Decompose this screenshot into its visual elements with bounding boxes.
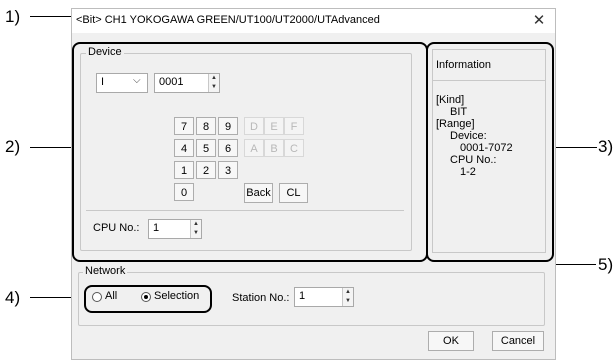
radio-all[interactable]	[92, 292, 102, 302]
station-label: Station No.:	[232, 292, 290, 304]
chevron-down-icon: ⌵	[133, 75, 141, 86]
key-1[interactable]: 1	[174, 161, 194, 179]
spin-up-icon[interactable]: ▲	[209, 74, 219, 83]
radio-selection[interactable]	[141, 292, 151, 302]
key-f: F	[284, 117, 304, 135]
key-6[interactable]: 6	[218, 139, 238, 157]
device-group-label: Device	[86, 46, 124, 58]
callout-1: 1)	[5, 7, 21, 26]
info-cpu-label: CPU No.:	[450, 154, 497, 166]
callout-3-leader	[553, 147, 597, 148]
device-type-value: I	[101, 76, 105, 88]
spin-up-icon[interactable]: ▲	[191, 220, 201, 229]
cpu-value: 1	[153, 222, 160, 234]
information-header: Information	[436, 59, 492, 71]
device-number-stepper[interactable]: ▲ ▼	[208, 74, 219, 92]
clear-button[interactable]: CL	[279, 183, 308, 203]
title-bar: <Bit> CH1 YOKOGAWA GREEN/UT100/UT2000/UT…	[72, 9, 555, 33]
callout-2: 2)	[5, 137, 21, 156]
key-3[interactable]: 3	[218, 161, 238, 179]
key-7[interactable]: 7	[174, 117, 194, 135]
key-0[interactable]: 0	[174, 183, 194, 201]
key-9[interactable]: 9	[218, 117, 238, 135]
key-c: C	[284, 139, 304, 157]
info-cpu-range: 1-2	[460, 166, 476, 178]
callout-4: 4)	[5, 288, 21, 307]
cpu-stepper[interactable]: ▲ ▼	[190, 220, 201, 238]
info-kind-value: BIT	[450, 106, 468, 118]
key-a: A	[244, 139, 264, 157]
dialog-title: <Bit> CH1 YOKOGAWA GREEN/UT100/UT2000/UT…	[76, 14, 380, 26]
close-icon[interactable]: ✕	[529, 11, 549, 31]
device-dialog: <Bit> CH1 YOKOGAWA GREEN/UT100/UT2000/UT…	[71, 8, 556, 360]
spin-down-icon[interactable]: ▼	[191, 229, 201, 238]
spin-down-icon[interactable]: ▼	[209, 83, 219, 92]
info-device-range: 0001-7072	[460, 142, 513, 154]
station-stepper[interactable]: ▲ ▼	[342, 288, 353, 306]
device-number-value: 0001	[159, 76, 184, 88]
station-value: 1	[299, 290, 306, 302]
cancel-button[interactable]: Cancel	[492, 331, 544, 351]
key-b: B	[264, 139, 284, 157]
key-d: D	[244, 117, 264, 135]
key-2[interactable]: 2	[196, 161, 216, 179]
callout-5: 5)	[598, 255, 614, 274]
radio-all-label[interactable]: All	[105, 290, 117, 302]
info-range-label: [Range]	[436, 118, 475, 130]
radio-selection-label[interactable]: Selection	[154, 290, 199, 302]
device-separator	[86, 210, 404, 211]
info-device-label: Device:	[450, 130, 487, 142]
callout-1-leader	[30, 16, 74, 17]
ok-button[interactable]: OK	[428, 331, 474, 351]
key-4[interactable]: 4	[174, 139, 194, 157]
device-number-field[interactable]: 0001 ▲ ▼	[154, 73, 220, 93]
information-panel: Information [Kind] BIT [Range] Device: 0…	[432, 49, 546, 253]
key-5[interactable]: 5	[196, 139, 216, 157]
back-button[interactable]: Back	[244, 183, 273, 203]
spin-up-icon[interactable]: ▲	[343, 288, 353, 297]
callout-2-leader	[30, 147, 72, 148]
cpu-field[interactable]: 1 ▲ ▼	[148, 219, 202, 239]
info-kind-label: [Kind]	[436, 94, 465, 106]
key-e: E	[264, 117, 284, 135]
device-type-select[interactable]: I ⌵	[96, 73, 148, 93]
callout-3: 3)	[598, 137, 614, 156]
network-group-label: Network	[83, 265, 128, 277]
station-field[interactable]: 1 ▲ ▼	[294, 287, 354, 307]
information-divider	[433, 80, 545, 81]
spin-down-icon[interactable]: ▼	[343, 297, 353, 306]
key-8[interactable]: 8	[196, 117, 216, 135]
cpu-label: CPU No.:	[93, 222, 140, 234]
